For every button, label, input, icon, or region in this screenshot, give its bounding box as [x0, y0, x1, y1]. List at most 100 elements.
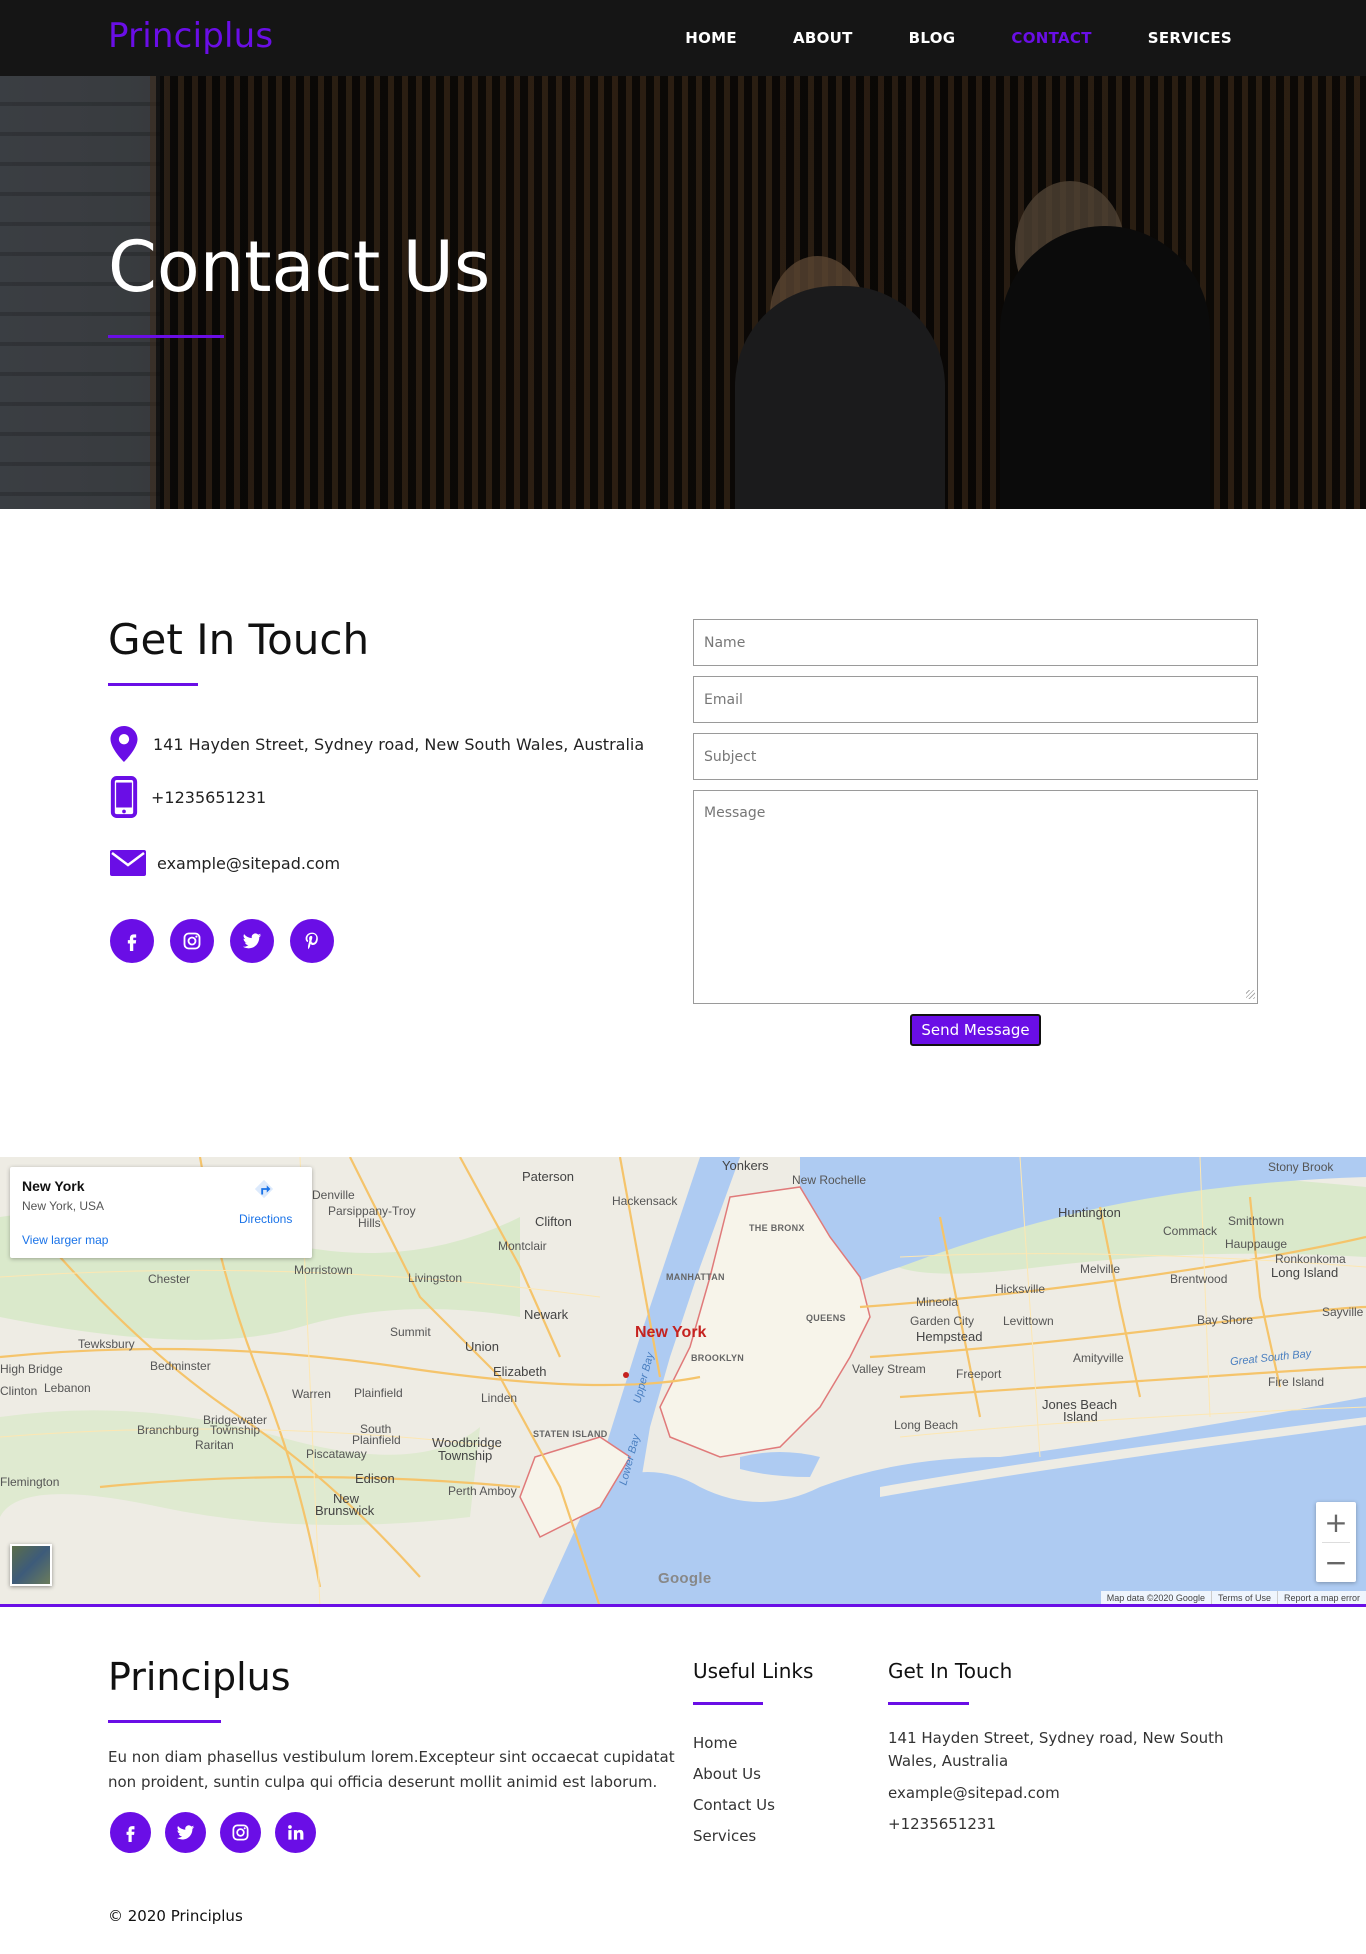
- map-label: Freeport: [956, 1367, 1002, 1381]
- footer-about-text: Eu non diam phasellus vestibulum lorem.E…: [108, 1748, 675, 1791]
- map-label: Huntington: [1058, 1205, 1121, 1220]
- footer-linkedin-link[interactable]: [275, 1812, 316, 1853]
- map-label: Tewksbury: [78, 1337, 135, 1351]
- map-label: High Bridge: [0, 1362, 63, 1376]
- email-input[interactable]: [693, 676, 1258, 723]
- map-label: Mineola: [916, 1295, 959, 1309]
- map-label: Township: [210, 1423, 261, 1437]
- nav-contact[interactable]: CONTACT: [1011, 29, 1091, 47]
- zoom-out-button[interactable]: −: [1316, 1542, 1356, 1582]
- map-label: Long Beach: [894, 1418, 959, 1432]
- address-row: 141 Hayden Street, Sydney road, New Sout…: [110, 726, 644, 762]
- main-menu: HOME ABOUT BLOG CONTACT SERVICES: [685, 29, 1232, 47]
- twitter-link[interactable]: [230, 919, 274, 963]
- footer-social-links: [110, 1812, 316, 1853]
- footer-get-in-touch-heading: Get In Touch: [888, 1659, 1013, 1683]
- map-label: Chester: [148, 1272, 191, 1286]
- twitter-icon: [242, 933, 262, 949]
- map-label: Clifton: [535, 1214, 572, 1229]
- footer-phone: +1235651231: [888, 1815, 997, 1833]
- pinterest-link[interactable]: [290, 919, 334, 963]
- map-label: MANHATTAN: [666, 1272, 725, 1282]
- hero-banner: Contact Us: [0, 76, 1366, 509]
- nav-about[interactable]: ABOUT: [793, 29, 853, 47]
- instagram-link[interactable]: [170, 919, 214, 963]
- map-data-credit: Map data ©2020 Google: [1106, 1593, 1205, 1603]
- subject-input[interactable]: [693, 733, 1258, 780]
- map-label: Plainfield: [352, 1433, 401, 1447]
- page-title: Contact Us: [108, 226, 491, 308]
- directions-link[interactable]: Directions: [239, 1212, 292, 1226]
- get-in-touch-heading: Get In Touch: [108, 615, 370, 664]
- email-row: example@sitepad.com: [110, 850, 340, 876]
- footer-link-contact-us[interactable]: Contact Us: [693, 1796, 775, 1814]
- instagram-icon: [232, 1824, 249, 1841]
- map-place-subtitle: New York, USA: [22, 1199, 105, 1213]
- footer-address: 141 Hayden Street, Sydney road, New Sout…: [888, 1729, 1224, 1770]
- footer-logo[interactable]: Principlus: [108, 1655, 291, 1699]
- report-map-error-link[interactable]: Report a map error: [1276, 1591, 1366, 1604]
- map-label: THE BRONX: [749, 1223, 805, 1233]
- footer-instagram-link[interactable]: [220, 1812, 261, 1853]
- envelope-icon: [110, 850, 146, 876]
- footer-get-in-touch-underline: [888, 1702, 969, 1705]
- map-label: Stony Brook: [1268, 1160, 1334, 1174]
- map-label: Clinton: [0, 1384, 38, 1398]
- send-message-button[interactable]: Send Message: [910, 1014, 1041, 1046]
- map-label: Perth Amboy: [448, 1484, 517, 1498]
- footer-link-home[interactable]: Home: [693, 1734, 737, 1752]
- footer-twitter-link[interactable]: [165, 1812, 206, 1853]
- map-label: Lebanon: [44, 1381, 91, 1395]
- footer-link-services[interactable]: Services: [693, 1827, 756, 1845]
- directions-icon[interactable]: [253, 1178, 275, 1200]
- map-label: Melville: [1080, 1262, 1121, 1276]
- textarea-resize-handle[interactable]: [1246, 990, 1255, 999]
- map-label: Piscataway: [306, 1447, 367, 1461]
- top-navbar: Principlus HOME ABOUT BLOG CONTACT SERVI…: [0, 0, 1366, 76]
- email-text: example@sitepad.com: [157, 853, 341, 873]
- map-label: Hills: [358, 1216, 381, 1230]
- map-label: Township: [438, 1448, 493, 1463]
- map-label: Fire Island: [1268, 1375, 1325, 1389]
- footer-email: example@sitepad.com: [888, 1784, 1060, 1802]
- facebook-icon: [126, 1826, 135, 1842]
- footer-link-about-us[interactable]: About Us: [693, 1765, 761, 1783]
- map-label: STATEN ISLAND: [533, 1429, 608, 1439]
- map-label: Union: [465, 1339, 499, 1354]
- map-label: Denville: [312, 1188, 355, 1202]
- map-label: Hackensack: [612, 1194, 678, 1208]
- zoom-in-button[interactable]: +: [1316, 1502, 1356, 1542]
- map-label: Hempstead: [916, 1329, 983, 1344]
- map-label: Bedminster: [150, 1359, 211, 1373]
- site-logo[interactable]: Principlus: [108, 16, 273, 56]
- map-label: Brentwood: [1170, 1272, 1228, 1286]
- map-label: Smithtown: [1228, 1214, 1285, 1228]
- twitter-icon: [176, 1825, 195, 1840]
- copyright-text: © 2020 Principlus: [108, 1907, 243, 1925]
- nav-services[interactable]: SERVICES: [1148, 29, 1232, 47]
- embedded-map[interactable]: Yonkers New Rochelle Paterson Hackensack…: [0, 1157, 1366, 1607]
- view-larger-map-link[interactable]: View larger map: [22, 1233, 108, 1247]
- footer-facebook-link[interactable]: [110, 1812, 151, 1853]
- map-label: Hicksville: [995, 1282, 1046, 1296]
- title-underline: [108, 335, 224, 338]
- map-label: Bay Shore: [1197, 1313, 1254, 1327]
- map-zoom-controls: + −: [1316, 1502, 1356, 1582]
- map-label: Amityville: [1073, 1351, 1124, 1365]
- facebook-link[interactable]: [110, 919, 154, 963]
- map-label: Branchburg: [137, 1423, 200, 1437]
- map-label: Levittown: [1003, 1314, 1054, 1328]
- useful-links-heading: Useful Links: [693, 1659, 814, 1683]
- nav-blog[interactable]: BLOG: [909, 29, 956, 47]
- name-input[interactable]: [693, 619, 1258, 666]
- nav-home[interactable]: HOME: [685, 29, 737, 47]
- map-label: Livingston: [408, 1271, 463, 1285]
- instagram-icon: [183, 932, 201, 950]
- phone-text: +1235651231: [151, 787, 267, 807]
- terms-of-use-link[interactable]: Terms of Use: [1210, 1591, 1277, 1604]
- phone-row: +1235651231: [110, 776, 266, 818]
- satellite-toggle-thumbnail[interactable]: [10, 1544, 52, 1586]
- address-text: 141 Hayden Street, Sydney road, New Sout…: [153, 734, 645, 754]
- message-textarea[interactable]: [693, 790, 1258, 1004]
- map-label: Hauppauge: [1225, 1237, 1288, 1251]
